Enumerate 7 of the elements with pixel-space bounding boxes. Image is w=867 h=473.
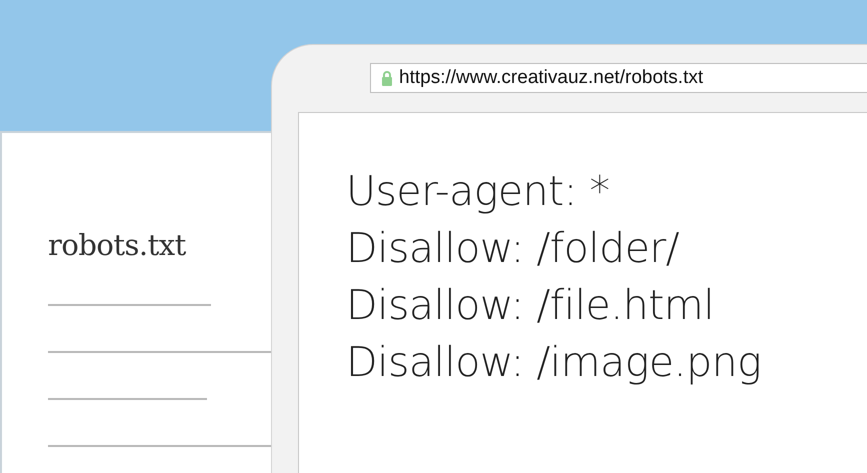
- file-line: Disallow: /folder/: [346, 223, 680, 274]
- document-title: robots.txt: [48, 228, 187, 262]
- address-bar[interactable]: https://www.creativauz.net/robots.txt: [370, 63, 867, 93]
- file-line: Disallow: /file.html: [346, 280, 716, 331]
- url-text: https://www.creativauz.net/robots.txt: [399, 67, 704, 89]
- file-line: User-agent: *: [346, 166, 610, 217]
- file-line: Disallow: /image.png: [346, 337, 762, 388]
